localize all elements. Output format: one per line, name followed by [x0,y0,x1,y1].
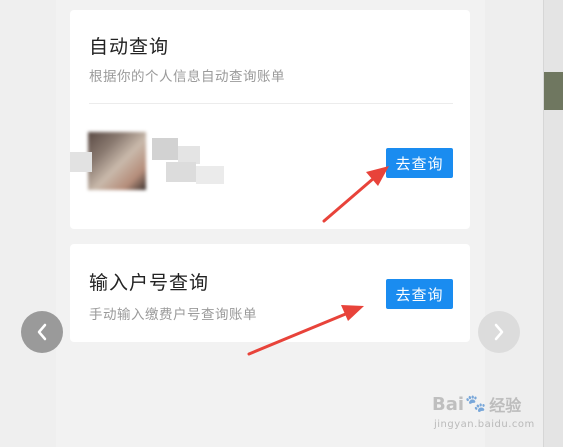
blurred-account-info [152,138,178,160]
divider [89,103,453,104]
auto-query-card: 自动查询 根据你的个人信息自动查询账单 去查询 [70,10,470,229]
auto-query-description: 根据你的个人信息自动查询账单 [89,69,285,85]
carousel-next-button[interactable] [478,311,520,353]
manual-query-description: 手动输入缴费户号查询账单 [89,307,257,323]
carousel-prev-button[interactable] [21,311,63,353]
auto-query-button[interactable]: 去查询 [386,148,453,178]
watermark: Bai 🐾 经验 jingyan.baidu.com [432,388,542,440]
manual-query-button[interactable]: 去查询 [386,279,453,309]
left-background [0,0,56,447]
account-avatar [88,132,146,190]
right-background [485,0,543,447]
watermark-brand-prefix: Bai [432,393,465,415]
auto-query-title: 自动查询 [89,36,170,58]
watermark-brand-suffix: 经验 [489,396,522,415]
chevron-left-icon [37,323,47,341]
blurred-account-info [70,152,92,172]
watermark-url: jingyan.baidu.com [434,419,535,430]
edge-thumbnail [544,72,563,110]
watermark-brand: Bai 🐾 经验 [432,392,521,416]
blurred-account-info [166,162,196,182]
manual-query-title: 输入户号查询 [89,272,210,294]
paw-icon: 🐾 [465,394,487,414]
chevron-right-icon [494,323,504,341]
blurred-account-info [196,166,224,184]
window-edge [543,0,563,447]
manual-query-card: 输入户号查询 手动输入缴费户号查询账单 去查询 [70,244,470,342]
